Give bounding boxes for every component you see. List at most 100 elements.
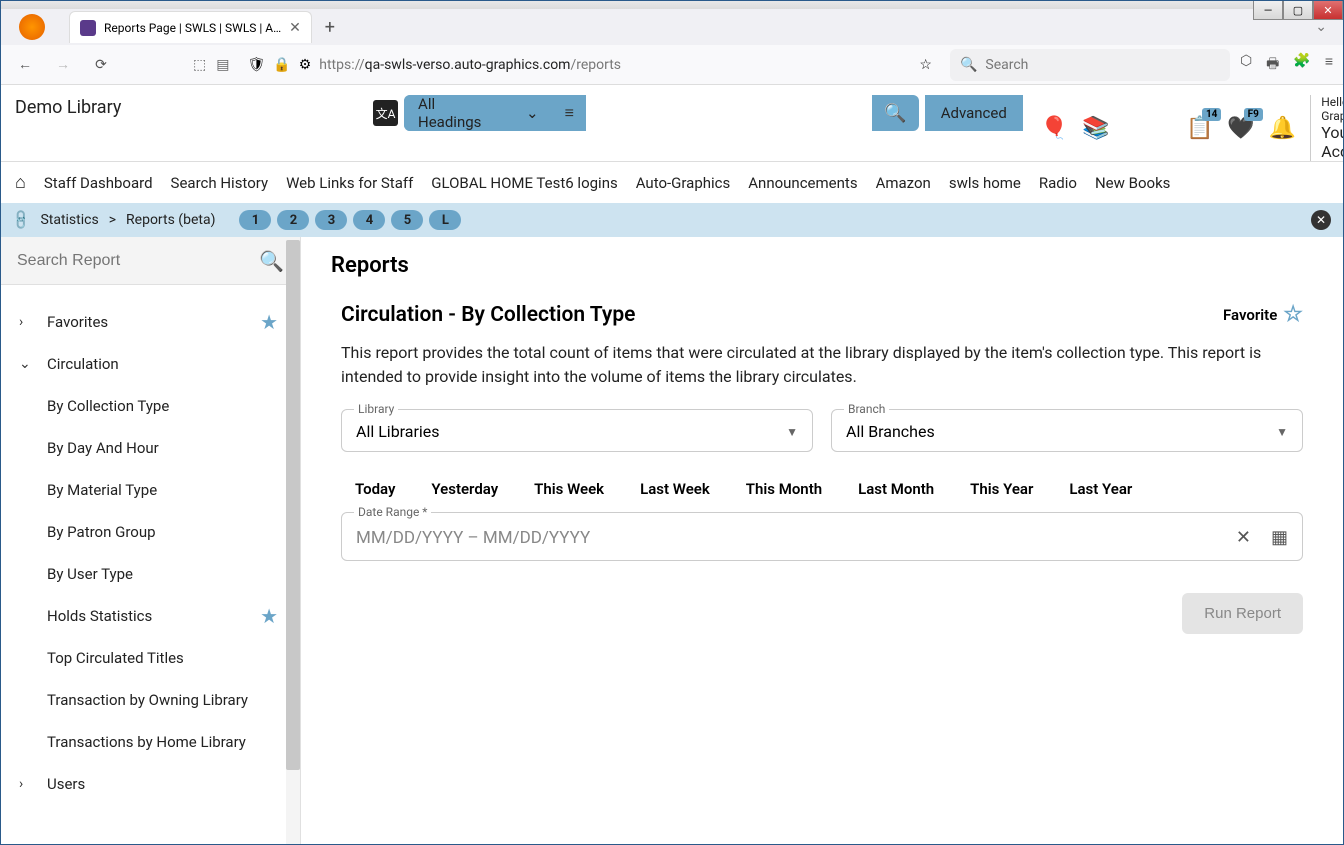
maximize-button[interactable]: ▢ xyxy=(1283,0,1313,20)
breadcrumb-l2[interactable]: Reports (beta) xyxy=(126,212,215,228)
close-button[interactable]: ✕ xyxy=(1313,0,1343,20)
tree-trans-home[interactable]: Transactions by Home Library xyxy=(1,721,300,763)
tree-circulation[interactable]: ⌄ Circulation xyxy=(1,343,300,385)
preset-this-month[interactable]: This Month xyxy=(746,480,822,498)
account-block[interactable]: Hello, Auto-Graphics Your Account⌄ xyxy=(1310,95,1344,161)
books-icon[interactable]: 📚 xyxy=(1082,114,1109,142)
reload-button[interactable]: ⟳ xyxy=(87,51,115,79)
preset-this-week[interactable]: This Week xyxy=(534,480,604,498)
nav-search-history[interactable]: Search History xyxy=(171,174,269,192)
tree-trans-owning[interactable]: Transaction by Owning Library xyxy=(1,679,300,721)
tree-by-user-type[interactable]: By User Type xyxy=(1,553,300,595)
preset-this-year[interactable]: This Year xyxy=(970,480,1033,498)
nav-new-books[interactable]: New Books xyxy=(1095,174,1170,192)
search-pill: All Headings ⌄ ≡ 🔍 xyxy=(404,95,919,131)
filters-row: Library All Libraries ▼ Branch All Branc… xyxy=(341,409,1303,452)
clear-icon[interactable]: ✕ xyxy=(1236,527,1251,548)
print-icon[interactable]: 🖶 xyxy=(1266,53,1279,77)
breadcrumb-sep: > xyxy=(109,212,116,228)
tree-users[interactable]: › Users xyxy=(1,763,300,805)
nav-amazon[interactable]: Amazon xyxy=(876,174,931,192)
url-bar[interactable]: 🛡 🔒 ⚙ https://qa-swls-verso.auto-graphic… xyxy=(237,49,941,81)
database-icon[interactable]: ≡ xyxy=(553,103,586,123)
new-tab-button[interactable]: + xyxy=(316,13,344,41)
list-icon[interactable]: 📋14 xyxy=(1186,114,1213,142)
pill-2[interactable]: 2 xyxy=(277,210,309,230)
advanced-button[interactable]: Advanced xyxy=(925,95,1023,131)
nav-auto-graphics[interactable]: Auto-Graphics xyxy=(636,174,731,192)
breadcrumb-close-icon[interactable]: ✕ xyxy=(1311,210,1331,230)
tree-favorites[interactable]: › Favorites ★ xyxy=(1,301,300,343)
app-header: Demo Library 文A All Headings ⌄ ≡ 🔍 Advan… xyxy=(1,85,1343,162)
search-icon[interactable]: 🔍 xyxy=(872,103,918,124)
balloon-icon[interactable]: 🎈 xyxy=(1041,114,1068,142)
tree-by-material-type[interactable]: By Material Type xyxy=(1,469,300,511)
tree-top-circulated[interactable]: Top Circulated Titles xyxy=(1,637,300,679)
nav-web-links[interactable]: Web Links for Staff xyxy=(286,174,413,192)
preset-yesterday[interactable]: Yesterday xyxy=(431,480,498,498)
caret-down-icon: ▼ xyxy=(1276,425,1288,439)
heart-icon[interactable]: 🖤F9 xyxy=(1227,114,1254,142)
preset-last-week[interactable]: Last Week xyxy=(640,480,710,498)
preset-today[interactable]: Today xyxy=(355,480,395,498)
nav-radio[interactable]: Radio xyxy=(1039,174,1077,192)
translate-icon[interactable]: 文A xyxy=(373,100,398,126)
preset-last-year[interactable]: Last Year xyxy=(1069,480,1132,498)
calendar-icon[interactable]: ▦ xyxy=(1271,527,1288,548)
bookmark-star-icon[interactable]: ☆ xyxy=(919,57,932,73)
content: 🔍 › Favorites ★ ⌄ Circulation By Collect… xyxy=(1,237,1343,844)
chevron-right-icon: › xyxy=(19,776,33,792)
main-search-input[interactable] xyxy=(586,95,872,131)
reader-icon[interactable]: ▤ xyxy=(216,57,229,73)
library-select[interactable]: Library All Libraries ▼ xyxy=(341,409,813,452)
home-icon[interactable]: ⌂ xyxy=(15,172,26,193)
lock-icon[interactable]: 🔒 xyxy=(273,57,290,73)
pill-1[interactable]: 1 xyxy=(239,210,271,230)
tree-by-collection-type[interactable]: By Collection Type xyxy=(1,385,300,427)
browser-tab[interactable]: Reports Page | SWLS | SWLS | A… ✕ xyxy=(69,11,312,43)
run-report-button[interactable]: Run Report xyxy=(1182,593,1303,634)
forward-button[interactable]: → xyxy=(49,51,77,79)
nav-global-home[interactable]: GLOBAL HOME Test6 logins xyxy=(431,174,617,192)
search-icon[interactable]: 🔍 xyxy=(259,249,284,273)
tree-by-day-hour[interactable]: By Day And Hour xyxy=(1,427,300,469)
pill-5[interactable]: 5 xyxy=(391,210,423,230)
nav-announcements[interactable]: Announcements xyxy=(748,174,857,192)
pocket-icon[interactable]: ⬡ xyxy=(1240,53,1252,77)
history-pills: 1 2 3 4 5 L xyxy=(239,210,461,230)
tree-label: By Material Type xyxy=(47,481,157,499)
search-cluster: 文A All Headings ⌄ ≡ 🔍 Advanced xyxy=(373,93,1023,131)
bell-icon[interactable]: 🔔 xyxy=(1269,114,1296,142)
pill-L[interactable]: L xyxy=(429,210,461,230)
nav-swls-home[interactable]: swls home xyxy=(949,174,1021,192)
pill-4[interactable]: 4 xyxy=(353,210,385,230)
date-range-field[interactable]: Date Range * MM/DD/YYYY – MM/DD/YYYY ✕ ▦ xyxy=(341,512,1303,561)
url-text: https://qa-swls-verso.auto-graphics.com/… xyxy=(319,57,911,73)
chevron-down-icon: ⌄ xyxy=(19,356,33,372)
breadcrumb-l1[interactable]: Statistics xyxy=(40,212,98,228)
tree-label: By Day And Hour xyxy=(47,439,159,457)
nav-staff-dashboard[interactable]: Staff Dashboard xyxy=(44,174,153,192)
star-icon: ★ xyxy=(260,310,278,334)
back-button[interactable]: ← xyxy=(11,51,39,79)
pill-3[interactable]: 3 xyxy=(315,210,347,230)
run-row: Run Report xyxy=(341,593,1303,634)
permissions-icon[interactable]: ⚙ xyxy=(299,57,312,73)
extension-icon[interactable]: ⬚ xyxy=(193,57,206,73)
preset-last-month[interactable]: Last Month xyxy=(858,480,934,498)
tabs-dropdown-icon[interactable]: ⌄ xyxy=(1315,19,1335,35)
minimize-button[interactable]: — xyxy=(1253,0,1283,20)
browser-search-box[interactable]: 🔍 Search xyxy=(950,49,1230,81)
sidebar-scrollbar[interactable] xyxy=(286,237,300,844)
branch-select[interactable]: Branch All Branches ▼ xyxy=(831,409,1303,452)
favorite-toggle[interactable]: Favorite ☆ xyxy=(1223,302,1303,327)
tree-by-patron-group[interactable]: By Patron Group xyxy=(1,511,300,553)
tab-close-icon[interactable]: ✕ xyxy=(289,20,301,36)
shield-icon[interactable]: 🛡 xyxy=(247,57,265,73)
tree-holds-statistics[interactable]: Holds Statistics★ xyxy=(1,595,300,637)
menu-icon[interactable]: ≡ xyxy=(1325,53,1333,77)
search-report-input[interactable] xyxy=(17,252,249,270)
link-icon: 🔗 xyxy=(10,208,34,232)
extensions-icon[interactable]: 🧩 xyxy=(1293,53,1310,77)
headings-dropdown[interactable]: All Headings ⌄ xyxy=(404,95,553,131)
